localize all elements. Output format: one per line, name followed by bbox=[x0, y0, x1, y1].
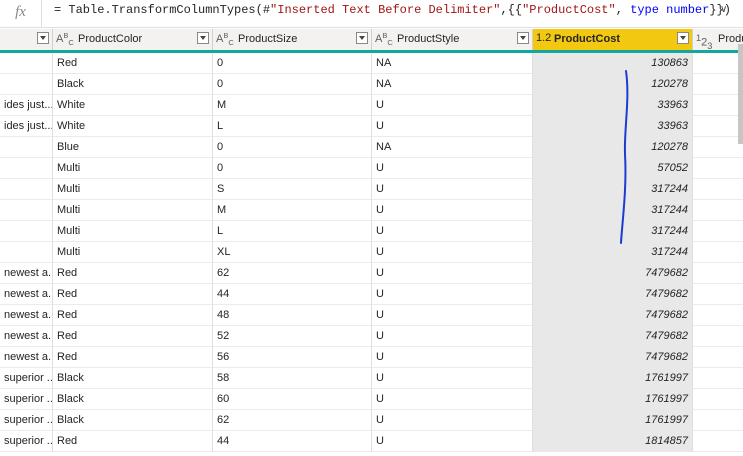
formula-string: "Inserted Text Before Delimiter" bbox=[270, 3, 501, 17]
formula-part: , bbox=[615, 3, 631, 17]
formula-keyword: type number bbox=[630, 3, 710, 17]
fx-icon[interactable]: fx bbox=[0, 0, 42, 27]
data-grid: ABC ProductColor ABC ProductSize ABC Pro… bbox=[0, 29, 743, 456]
formula-bar: fx = Table.TransformColumnTypes(#"Insert… bbox=[0, 0, 743, 28]
expand-formula-chevron-icon[interactable]: ∨ bbox=[720, 4, 727, 15]
hand-drawn-annotation-line bbox=[620, 70, 629, 244]
formula-part: = Table.TransformColumnTypes(# bbox=[54, 3, 271, 17]
formula-part: ,{{ bbox=[500, 3, 523, 17]
vertical-scrollbar[interactable] bbox=[738, 44, 743, 144]
formula-string: "ProductCost" bbox=[522, 3, 616, 17]
annotation-layer bbox=[620, 70, 629, 244]
formula-text[interactable]: = Table.TransformColumnTypes(#"Inserted … bbox=[54, 0, 731, 27]
